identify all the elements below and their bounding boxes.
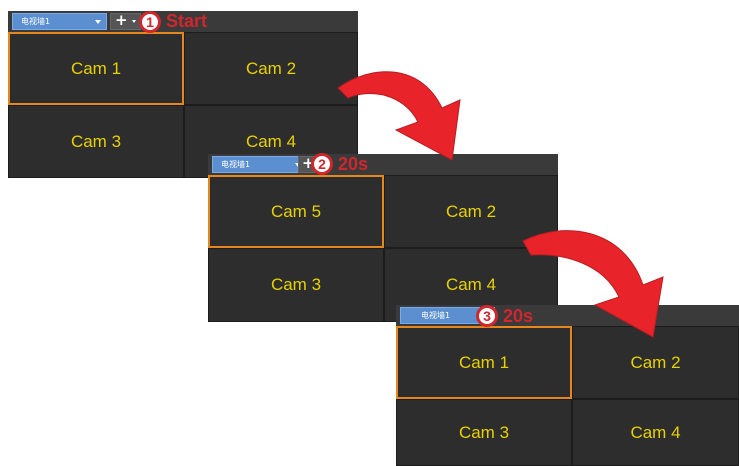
camera-grid: Cam 1 Cam 2 Cam 3 Cam 4 (396, 326, 739, 466)
add-wall-button[interactable]: + (110, 11, 141, 30)
chevron-down-icon (95, 20, 101, 24)
wall-select-value: 电视墙1 (421, 311, 451, 320)
camera-label: Cam 5 (270, 201, 322, 221)
camera-label: Cam 2 (245, 58, 297, 78)
plus-icon: + (115, 11, 128, 29)
camera-label: Cam 3 (270, 275, 322, 294)
camera-label: Cam 4 (630, 422, 681, 442)
camera-label: Cam 3 (458, 422, 510, 442)
step-number: 1 (146, 14, 154, 30)
camera-cell[interactable]: Cam 3 (208, 248, 384, 322)
camera-cell-selected[interactable]: Cam 1 (8, 32, 184, 105)
camera-cell[interactable]: Cam 3 (8, 105, 184, 178)
camera-label: Cam 2 (630, 352, 681, 372)
step-number: 3 (483, 308, 491, 324)
camera-cell[interactable]: Cam 3 (396, 399, 572, 466)
wall-select-dropdown[interactable]: 电视墙1 (12, 13, 107, 30)
camera-label: Cam 1 (70, 58, 122, 78)
camera-label: Cam 4 (245, 131, 297, 151)
video-wall-panel-1: 电视墙1 + Cam 1 Cam 2 Cam 3 Cam 4 (8, 11, 358, 178)
camera-cell[interactable]: Cam 4 (572, 399, 739, 466)
camera-label: Cam 3 (70, 131, 122, 151)
camera-grid: Cam 5 Cam 2 Cam 3 Cam 4 (208, 175, 558, 322)
wall-select-dropdown[interactable]: 电视墙1 (212, 156, 307, 173)
step-badge-1: 1 (139, 11, 161, 33)
chevron-down-icon (132, 20, 136, 23)
step-label-start: Start (166, 11, 208, 31)
step-badge-3: 3 (476, 305, 498, 327)
wall-select-value: 电视墙1 (221, 160, 251, 169)
curved-arrow-icon (337, 71, 461, 161)
video-wall-panel-2: 电视墙1 + Cam 5 Cam 2 Cam 3 Cam 4 (208, 154, 558, 322)
camera-cell-selected[interactable]: Cam 5 (208, 175, 384, 248)
step-number: 2 (318, 156, 326, 172)
curved-arrow-icon (522, 230, 664, 338)
camera-label: Cam 1 (458, 352, 510, 372)
camera-label: Cam 4 (445, 275, 497, 294)
wall-select-value: 电视墙1 (21, 17, 51, 26)
camera-label: Cam 2 (445, 201, 497, 221)
